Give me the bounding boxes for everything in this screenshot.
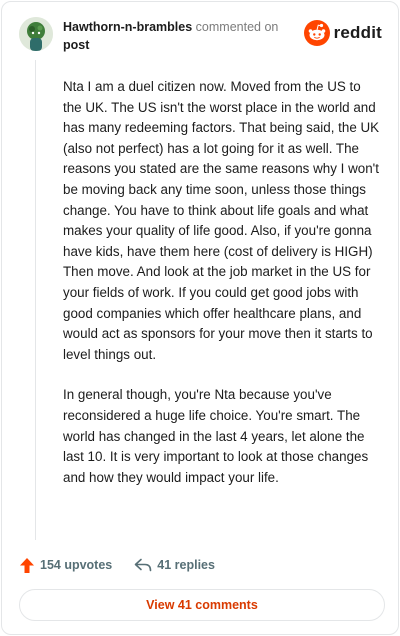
reddit-logo[interactable]: reddit [303,20,382,46]
reply-count: 41 replies [157,558,215,572]
commented-on-label: commented on [195,20,279,34]
upvote-button[interactable]: 154 upvotes [19,557,112,574]
comment-body: Nta I am a duel citizen now. Moved from … [63,77,381,508]
username[interactable]: Hawthorn-n-brambles [63,20,192,34]
reddit-logo-icon [303,20,330,46]
post-link[interactable]: post [63,36,278,54]
comment-paragraph: In general though, you're Nta because yo… [63,387,369,485]
view-comments-button[interactable]: View 41 comments [19,589,385,621]
avatar-image [19,17,53,51]
comment-paragraph: Nta I am a duel citizen now. Moved from … [63,79,380,362]
comment-header: Hawthorn-n-brambles commented on post re… [19,16,384,56]
reply-button[interactable]: 41 replies [134,558,215,572]
upvote-count: 154 upvotes [40,558,113,572]
comment-card: Hawthorn-n-brambles commented on post re… [1,1,399,635]
comment-actions: 154 upvotes 41 replies [19,555,237,575]
thread-line[interactable] [35,60,36,540]
upvote-icon [20,557,34,573]
reply-icon [134,558,152,572]
avatar[interactable] [19,17,53,51]
reddit-wordmark: reddit [333,23,382,42]
comment-meta: Hawthorn-n-brambles commented on post [63,18,278,54]
